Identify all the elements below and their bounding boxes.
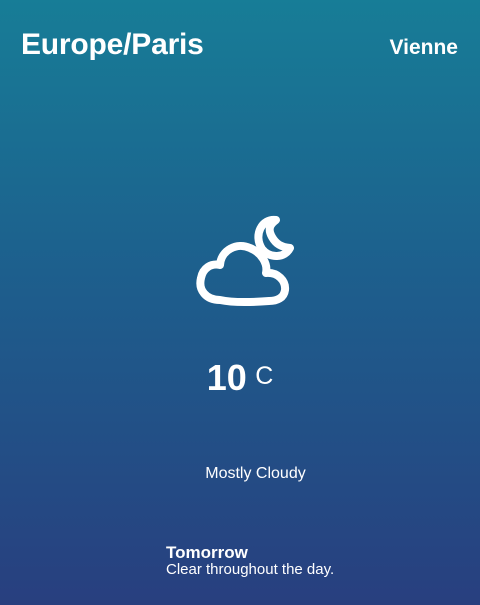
partly-cloudy-night-icon [196,215,294,306]
temperature-unit: C [255,362,274,390]
weather-card: Europe/Paris Vienne 10 C Mostly Cloudy T… [0,0,480,605]
forecast-summary: Clear throughout the day. [166,560,335,578]
city-label: Vienne [389,36,458,59]
timezone-label: Europe/Paris [21,28,204,61]
forecast-title: Tomorrow [166,543,248,562]
weather-condition: Mostly Cloudy [205,465,306,482]
temperature-display: 10 C [0,360,480,396]
tomorrow-forecast: Tomorrow Clear throughout the day. [166,544,334,578]
temperature-value: 10 [206,357,247,398]
